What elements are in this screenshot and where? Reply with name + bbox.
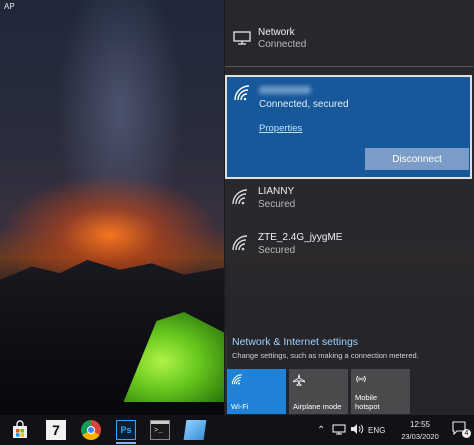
disconnect-button[interactable]: Disconnect <box>365 148 469 170</box>
airplane-icon <box>293 374 305 386</box>
app-seven-button[interactable]: 7 <box>46 420 66 440</box>
wired-network-status: Connected <box>258 39 307 50</box>
network-name: ZTE_2.4G_jyygME <box>258 232 343 243</box>
chrome-center-dot <box>87 426 95 434</box>
mobile-hotspot-button[interactable]: Mobile hotspot <box>351 369 410 414</box>
selected-wifi-network[interactable]: Connected, secured Properties Disconnect <box>225 75 472 179</box>
wifi-secured-icon <box>232 189 248 205</box>
wired-network-title: Network <box>258 27 295 38</box>
action-center-button[interactable]: 4 <box>452 421 471 438</box>
network-status: Secured <box>258 245 296 256</box>
volume-icon[interactable] <box>350 423 364 435</box>
network-tray-icon[interactable] <box>332 424 346 435</box>
selected-network-status: Connected, secured <box>259 99 349 110</box>
blurred-network-name <box>259 86 311 94</box>
wifi-network-item[interactable]: LIANNY Secured <box>225 183 473 223</box>
wifi-icon <box>231 374 242 385</box>
chevron-up-icon[interactable]: ⌃ <box>317 425 325 436</box>
network-settings-description: Change settings, such as making a connec… <box>232 351 419 360</box>
store-app-button[interactable] <box>10 420 30 440</box>
clock-time[interactable]: 12:55 <box>398 420 442 429</box>
notes-icon[interactable] <box>183 420 207 440</box>
desktop-corner-label: AP <box>4 2 15 11</box>
hotspot-icon <box>356 375 366 383</box>
airplane-mode-label: Airplane mode <box>293 402 342 411</box>
network-name: LIANNY <box>258 186 295 197</box>
divider <box>225 66 473 67</box>
active-app-indicator <box>116 442 136 444</box>
network-status: Secured <box>258 199 296 210</box>
ethernet-pc-icon <box>233 31 251 45</box>
wifi-icon <box>234 85 250 101</box>
network-flyout: Network Connected Connected, secured Pro… <box>224 0 474 415</box>
mobile-hotspot-label: Mobile hotspot <box>355 393 380 411</box>
wifi-toggle-label: Wi-Fi <box>231 402 249 411</box>
wifi-network-item[interactable]: ZTE_2.4G_jyygME Secured <box>225 229 473 269</box>
chrome-icon[interactable] <box>81 420 101 440</box>
network-settings-link[interactable]: Network & Internet settings <box>232 336 358 348</box>
terminal-prompt: >_ <box>154 427 163 435</box>
wifi-toggle-button[interactable]: Wi-Fi <box>227 369 286 414</box>
wifi-secured-icon <box>232 235 248 251</box>
mobile-hotspot-label-line1: Mobile <box>355 393 378 402</box>
terminal-titlebar <box>151 421 169 424</box>
properties-link[interactable]: Properties <box>259 123 302 134</box>
airplane-mode-button[interactable]: Airplane mode <box>289 369 348 414</box>
taskbar: 7 Ps >_ ⌃ ENG 12:55 23/03/2020 4 <box>0 415 474 445</box>
store-icon <box>13 420 27 438</box>
mobile-hotspot-label-line2: hotspot <box>355 402 380 411</box>
photoshop-app-button[interactable]: Ps <box>116 420 136 440</box>
language-indicator[interactable]: ENG <box>368 426 385 435</box>
wired-network-header[interactable]: Network Connected <box>225 18 474 58</box>
notification-count-badge: 4 <box>462 429 471 438</box>
terminal-icon[interactable]: >_ <box>150 420 170 440</box>
clock-date[interactable]: 23/03/2020 <box>392 432 448 441</box>
